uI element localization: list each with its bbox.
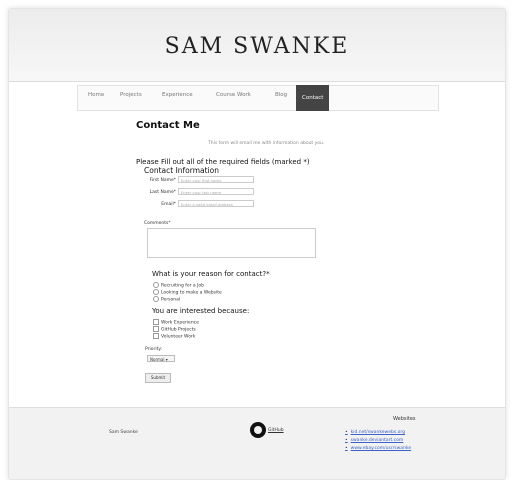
nav-course-work[interactable]: Course Work bbox=[216, 92, 251, 98]
required-note: Please Fill out all of the required fiel… bbox=[136, 158, 310, 166]
footer-name: Sam Swanke bbox=[109, 430, 138, 435]
comments-label: Comments* bbox=[144, 221, 171, 226]
nav-bar: Home Projects Experience Course Work Blo… bbox=[77, 85, 439, 111]
checkbox-icon[interactable] bbox=[153, 333, 159, 339]
browser-window: SAM SWANKE Home Projects Experience Cour… bbox=[8, 8, 506, 480]
radio-icon[interactable] bbox=[153, 289, 159, 295]
last-name-input[interactable]: Enter your last name bbox=[178, 188, 254, 195]
websites-list: • kid.net/swankewebs.org • swanke.devianta… bbox=[345, 430, 411, 454]
nav-projects[interactable]: Projects bbox=[120, 92, 142, 98]
priority-select[interactable]: Normal ▾ bbox=[147, 355, 175, 362]
email-input[interactable]: Enter a valid email address bbox=[178, 200, 254, 207]
first-name-input[interactable]: Enter your first name bbox=[178, 176, 254, 183]
websites-title: Websites bbox=[393, 416, 416, 422]
radio-icon[interactable] bbox=[153, 282, 159, 288]
website-link[interactable]: • kid.net/swankewebs.org bbox=[345, 430, 411, 435]
github-link[interactable]: GitHub bbox=[268, 428, 284, 433]
reason-option[interactable]: Recruiting for a Job bbox=[153, 282, 204, 289]
site-header: SAM SWANKE bbox=[9, 9, 505, 82]
priority-label: Priority: bbox=[145, 347, 163, 352]
chevron-down-icon: ▾ bbox=[165, 357, 168, 362]
intro-text: This form will email me with information… bbox=[208, 141, 325, 146]
last-name-label: Last Name* bbox=[149, 190, 176, 195]
page-title: Contact Me bbox=[136, 120, 200, 131]
reason-title: What is your reason for contact?* bbox=[152, 270, 270, 278]
reason-option[interactable]: Looking to make a Website bbox=[153, 289, 222, 296]
interest-title: You are interested because: bbox=[152, 307, 250, 315]
site-title: SAM SWANKE bbox=[164, 34, 350, 59]
reason-option[interactable]: Personal bbox=[153, 296, 180, 303]
interest-option[interactable]: Work Experience bbox=[153, 319, 199, 326]
nav-home[interactable]: Home bbox=[88, 92, 104, 98]
website-link[interactable]: • swanke.deviantart.com bbox=[345, 438, 411, 443]
site-footer: Sam Swanke GitHub Websites • kid.net/swan… bbox=[9, 407, 505, 479]
submit-button[interactable]: Submit bbox=[145, 373, 171, 383]
interest-option[interactable]: GitHub Projects bbox=[153, 326, 196, 333]
checkbox-icon[interactable] bbox=[153, 319, 159, 325]
first-name-label: First Name* bbox=[149, 178, 176, 183]
comments-textarea[interactable] bbox=[147, 228, 316, 258]
github-icon[interactable] bbox=[250, 422, 266, 438]
website-link[interactable]: • www.ebay.com/usr/swanke bbox=[345, 446, 411, 451]
nav-experience[interactable]: Experience bbox=[162, 92, 193, 98]
radio-icon[interactable] bbox=[153, 296, 159, 302]
checkbox-icon[interactable] bbox=[153, 326, 159, 332]
nav-contact[interactable]: Contact bbox=[296, 85, 330, 111]
interest-option[interactable]: Volunteer Work bbox=[153, 333, 195, 340]
section-contact-title: Contact Information bbox=[144, 166, 219, 175]
nav-blog[interactable]: Blog bbox=[275, 92, 287, 98]
email-label: Email* bbox=[161, 202, 176, 207]
